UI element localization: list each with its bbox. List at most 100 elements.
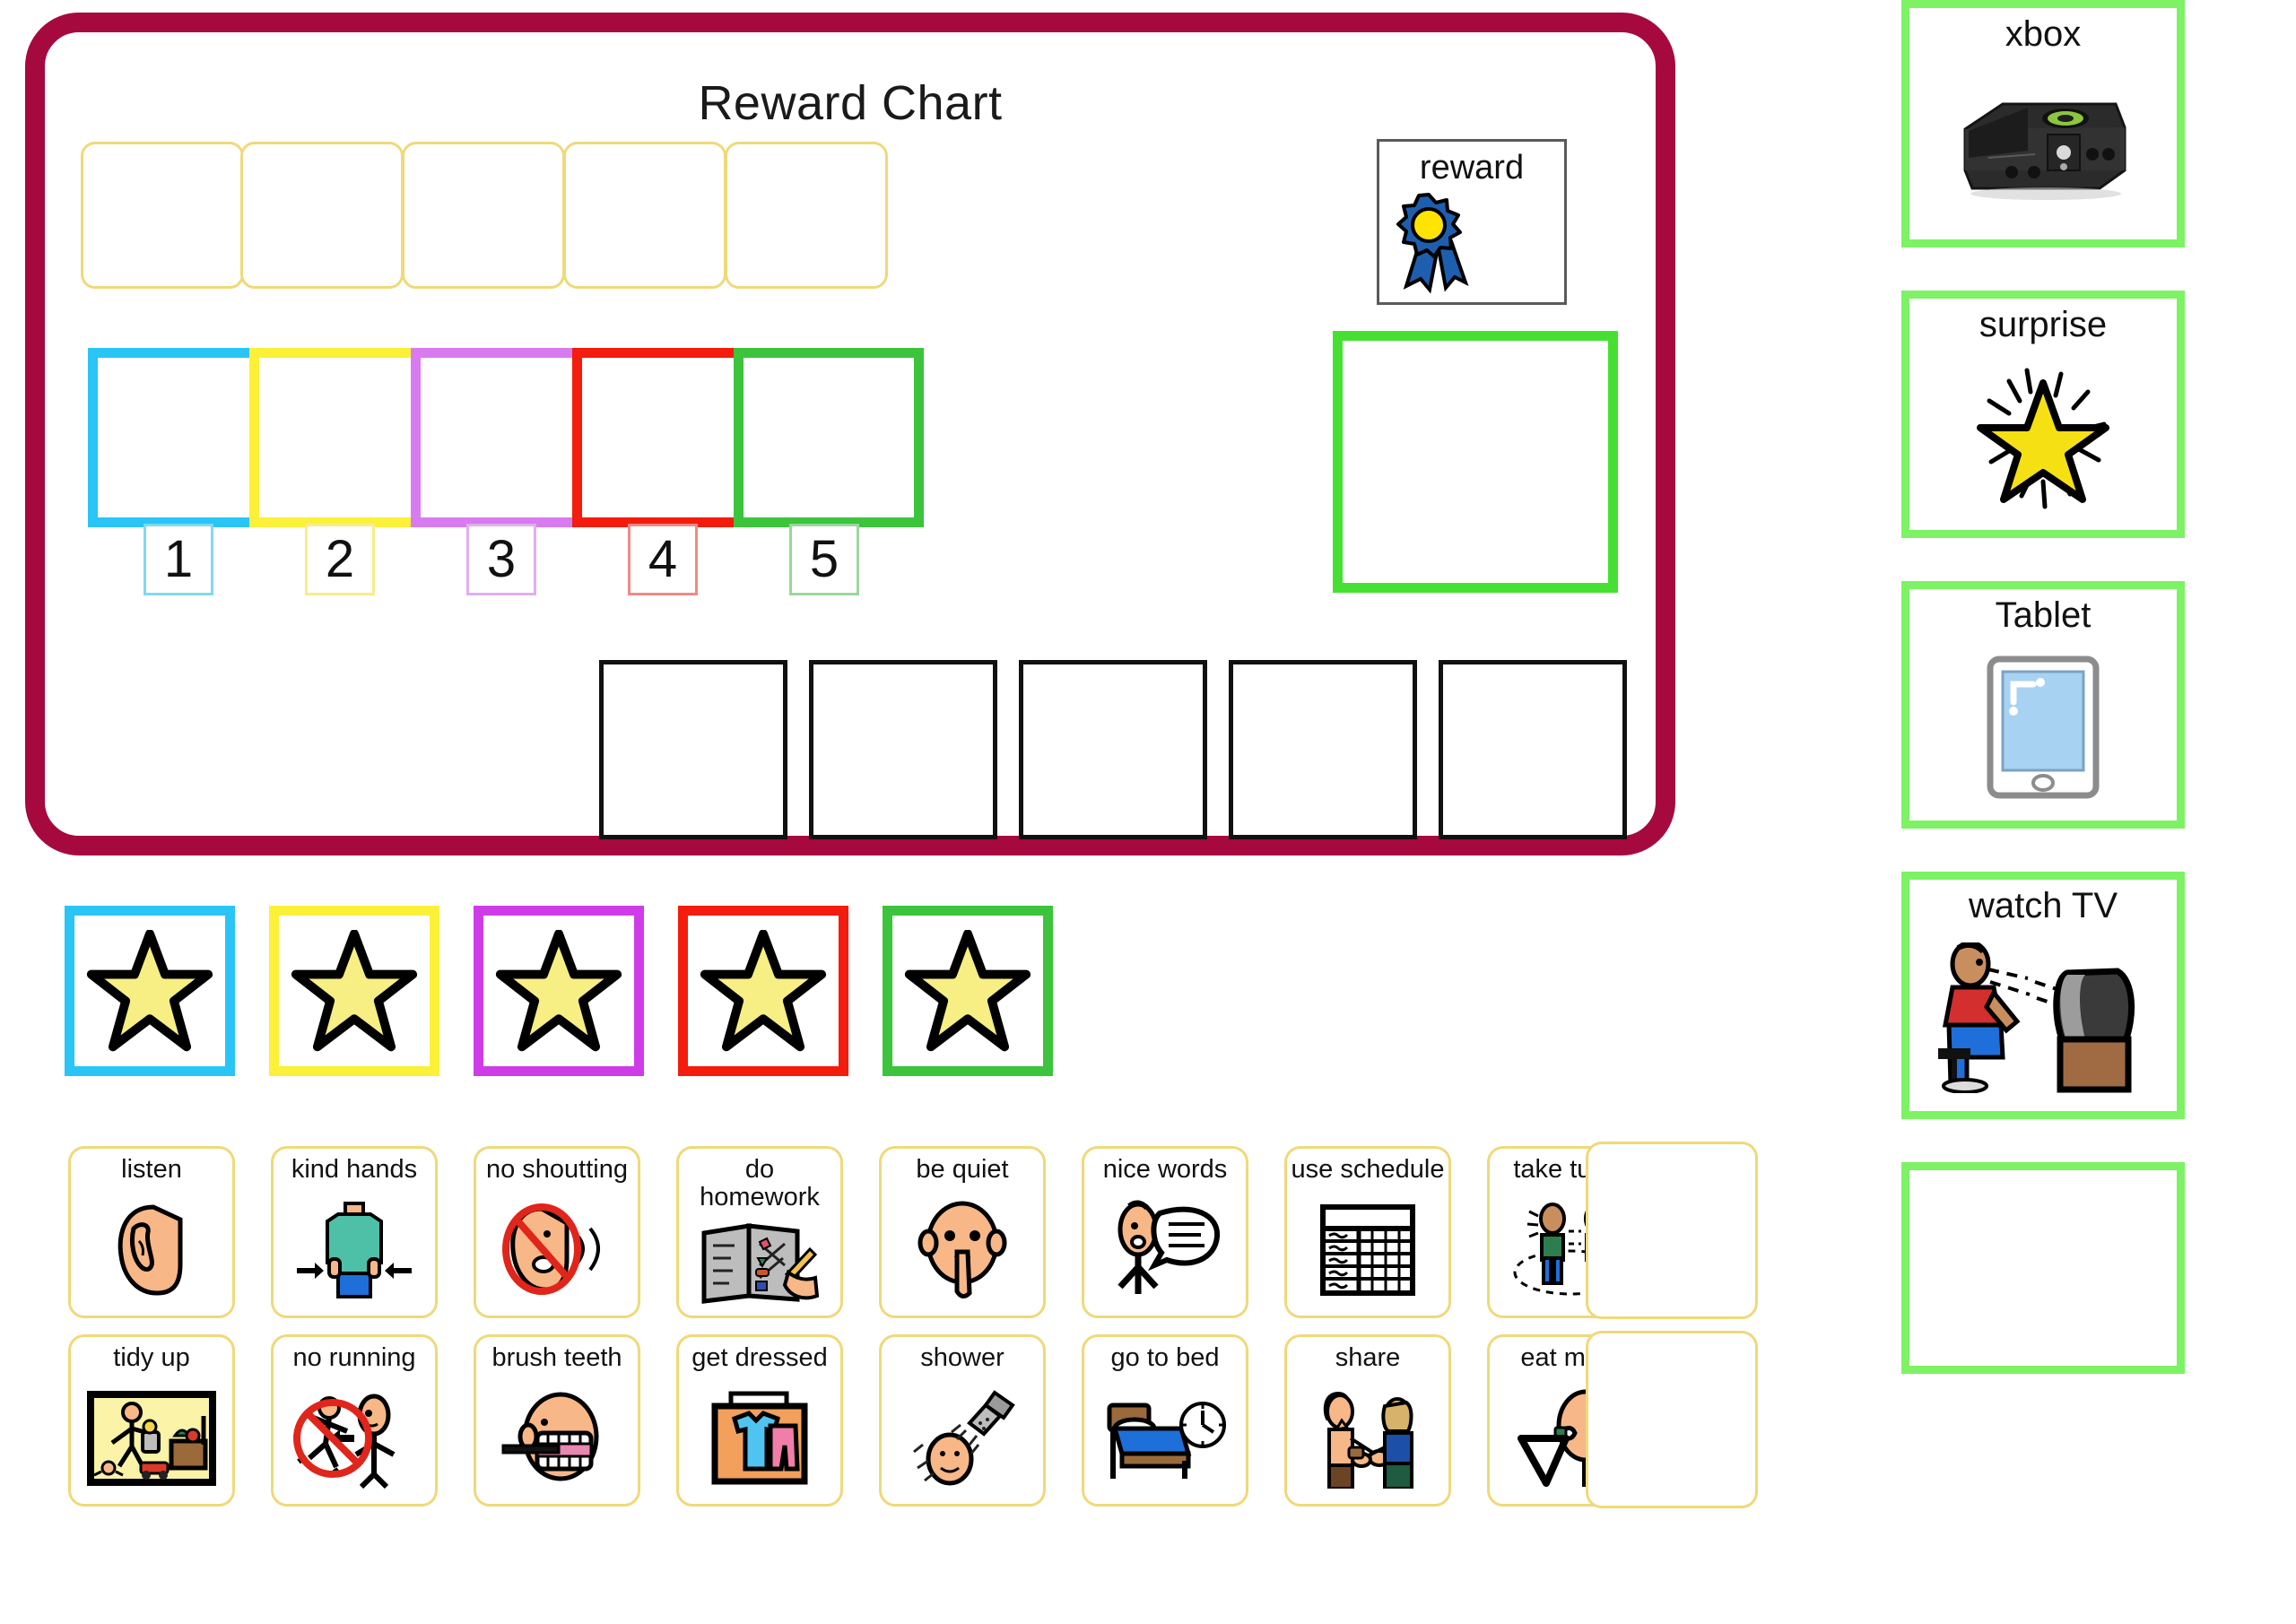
token-box[interactable] <box>599 660 787 839</box>
sidebar-item-watch-tv[interactable]: watch TV <box>1901 872 2185 1119</box>
column-number-label: 1 <box>163 530 194 588</box>
activity-card-kind-hands[interactable]: kind hands <box>271 1146 438 1318</box>
token-box[interactable] <box>1439 660 1627 839</box>
star-icon <box>86 930 213 1052</box>
activity-card-label: nice words <box>1102 1155 1228 1184</box>
star-token[interactable] <box>678 906 848 1076</box>
star-token[interactable] <box>65 906 235 1076</box>
activity-card-label: do homework <box>700 1155 820 1212</box>
activity-card-label: be quiet <box>916 1155 1009 1184</box>
star-icon <box>291 930 418 1052</box>
sidebar-item-label: Tablet <box>1995 595 2092 635</box>
xbox-console-icon <box>1909 53 2177 239</box>
sidebar-item-xbox[interactable]: xbox <box>1901 0 2185 248</box>
activity-card-empty[interactable] <box>1586 1142 1758 1319</box>
column-number-label: 4 <box>648 530 678 588</box>
sidebar-item-label: surprise <box>1979 305 2108 344</box>
empty-slot <box>1909 1177 2177 1366</box>
star-token[interactable] <box>474 906 644 1076</box>
token-box[interactable] <box>1019 660 1207 839</box>
empty-slot <box>1588 1341 1755 1506</box>
activity-card-get-dressed[interactable]: get dressed <box>676 1334 843 1507</box>
brush-teeth-icon <box>476 1372 638 1504</box>
star-token[interactable] <box>269 906 439 1076</box>
activity-card-brush-teeth[interactable]: brush teeth <box>474 1334 640 1507</box>
activity-card-label: no running <box>292 1343 416 1372</box>
quiet-face-icon <box>882 1184 1043 1316</box>
stamp-column-5[interactable] <box>734 348 924 527</box>
no-shouting-icon <box>476 1184 638 1316</box>
reward-chart-page: Reward Chart reward 1 2 3 4 5 listen kin… <box>0 0 2296 1624</box>
activity-card-shower[interactable]: shower <box>879 1334 1046 1507</box>
reward-card[interactable]: reward <box>1377 139 1567 305</box>
activity-card-no-shoutting[interactable]: no shoutting <box>474 1146 640 1318</box>
no-running-icon <box>274 1372 435 1504</box>
nice-words-icon <box>1084 1184 1246 1316</box>
star-icon <box>495 930 622 1052</box>
watch-tv-icon <box>1909 925 2177 1111</box>
activity-card-label: no shoutting <box>485 1155 628 1184</box>
column-number-label: 2 <box>325 530 355 588</box>
shower-icon <box>882 1372 1043 1504</box>
activity-card-tidy-up[interactable]: tidy up <box>68 1334 235 1507</box>
sidebar-item-surprise[interactable]: surprise <box>1901 291 2185 538</box>
activity-card-label <box>1588 1144 1755 1151</box>
reward-chart-panel: Reward Chart reward 1 2 3 4 5 <box>25 13 1675 855</box>
column-number-1: 1 <box>144 524 213 595</box>
token-box[interactable] <box>1229 660 1417 839</box>
sparkle-star-icon <box>1909 343 2177 530</box>
star-icon <box>904 930 1031 1052</box>
top-slot[interactable] <box>563 142 726 289</box>
column-number-2: 2 <box>305 524 375 595</box>
activity-card-no-running[interactable]: no running <box>271 1334 438 1507</box>
activity-card-do-homework[interactable]: do homework <box>676 1146 843 1318</box>
tablet-device-icon <box>1909 634 2177 821</box>
top-slot[interactable] <box>81 142 244 289</box>
bed-clock-icon <box>1084 1372 1246 1504</box>
schedule-grid-icon <box>1287 1184 1448 1316</box>
ear-listen-icon <box>71 1184 232 1316</box>
sidebar-item-label: watch TV <box>1969 886 2118 925</box>
star-token[interactable] <box>883 906 1053 1076</box>
activity-card-label: shower <box>920 1343 1004 1372</box>
activity-card-label: go to bed <box>1110 1343 1220 1372</box>
activity-card-label: kind hands <box>291 1155 418 1184</box>
empty-slot <box>1588 1151 1755 1316</box>
activity-card-label: brush teeth <box>491 1343 622 1372</box>
column-number-3: 3 <box>466 524 536 595</box>
reward-card-label: reward <box>1419 149 1525 187</box>
tidy-up-icon <box>71 1372 232 1504</box>
share-icon <box>1287 1372 1448 1504</box>
activity-card-empty[interactable] <box>1586 1331 1758 1508</box>
column-number-5: 5 <box>789 524 859 595</box>
activity-card-label: listen <box>121 1155 182 1184</box>
homework-book-icon <box>679 1212 840 1316</box>
activity-card-listen[interactable]: listen <box>68 1146 235 1318</box>
activity-card-label: tidy up <box>113 1343 190 1372</box>
get-dressed-icon <box>679 1372 840 1504</box>
activity-card-use-schedule[interactable]: use schedule <box>1284 1146 1451 1318</box>
column-number-label: 5 <box>809 530 839 588</box>
top-slot[interactable] <box>725 142 888 289</box>
activity-card-label <box>1588 1333 1755 1341</box>
column-number-4: 4 <box>628 524 698 595</box>
sidebar-item-tablet[interactable]: Tablet <box>1901 581 2185 829</box>
activity-card-go-to-bed[interactable]: go to bed <box>1082 1334 1248 1507</box>
sidebar-item-empty[interactable] <box>1901 1162 2185 1374</box>
goal-reward-box[interactable] <box>1333 331 1618 593</box>
star-icon <box>700 930 827 1052</box>
top-slot[interactable] <box>402 142 565 289</box>
column-number-label: 3 <box>486 530 517 588</box>
activity-card-label: get dressed <box>691 1343 828 1372</box>
activity-card-share[interactable]: share <box>1284 1334 1451 1507</box>
sidebar-item-label: xbox <box>2005 14 2082 54</box>
activity-card-nice-words[interactable]: nice words <box>1082 1146 1248 1318</box>
activity-card-label: share <box>1335 1343 1401 1372</box>
kind-hands-icon <box>274 1184 435 1316</box>
rosette-ribbon-icon <box>1379 189 1564 295</box>
activity-card-label: use schedule <box>1291 1155 1445 1184</box>
activity-card-be-quiet[interactable]: be quiet <box>879 1146 1046 1318</box>
token-box[interactable] <box>809 660 997 839</box>
top-slot[interactable] <box>240 142 404 289</box>
page-title: Reward Chart <box>698 76 1003 130</box>
